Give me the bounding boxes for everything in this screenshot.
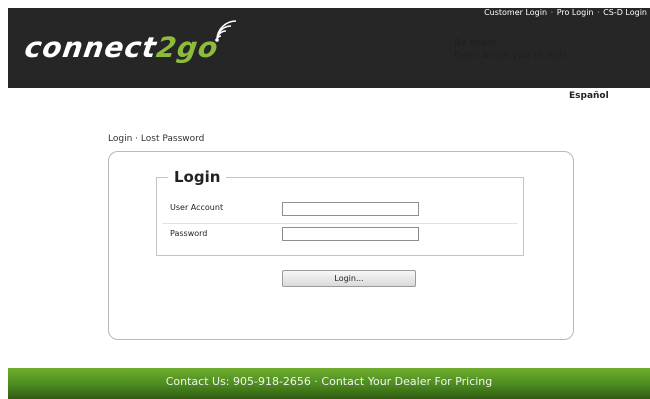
cs-d-login-link[interactable]: CS-D Login	[603, 8, 647, 17]
customer-login-link[interactable]: Customer Login	[484, 8, 547, 17]
breadcrumb-login-link[interactable]: Login	[108, 134, 132, 144]
password-input[interactable]	[282, 227, 419, 241]
footer-contact-text: Contact Us: 905-918-2656 · Contact Your …	[165, 375, 493, 388]
wifi-signal-icon	[215, 20, 237, 42]
breadcrumb: Login · Lost Password	[108, 134, 204, 144]
user-account-input[interactable]	[282, 202, 419, 216]
tagline-line-2: Even when you're not!	[454, 50, 567, 61]
logo-text: connect2go	[22, 31, 221, 64]
tagline: Be there, Even when you're not!	[454, 38, 567, 62]
login-submit-button[interactable]: Login...	[282, 270, 416, 287]
header-bar: connect2go Customer Login · Pro Login · …	[8, 8, 650, 88]
tagline-line-1: Be there,	[454, 38, 500, 49]
link-separator: ·	[597, 8, 600, 17]
user-account-label: User Account	[170, 203, 224, 212]
connect2go-logo[interactable]: connect2go	[22, 20, 237, 65]
top-login-links: Customer Login · Pro Login · CS-D Login	[484, 8, 647, 17]
language-link-espanol[interactable]: Español	[569, 91, 609, 101]
pro-login-link[interactable]: Pro Login	[557, 8, 594, 17]
login-fieldset	[156, 177, 524, 256]
footer-bar: Contact Us: 905-918-2656 · Contact Your …	[8, 368, 650, 399]
password-label: Password	[170, 229, 208, 238]
link-separator: ·	[550, 8, 554, 17]
login-legend: Login	[168, 168, 227, 186]
breadcrumb-lost-password-link[interactable]: Lost Password	[141, 134, 204, 144]
form-row-divider	[162, 223, 518, 224]
